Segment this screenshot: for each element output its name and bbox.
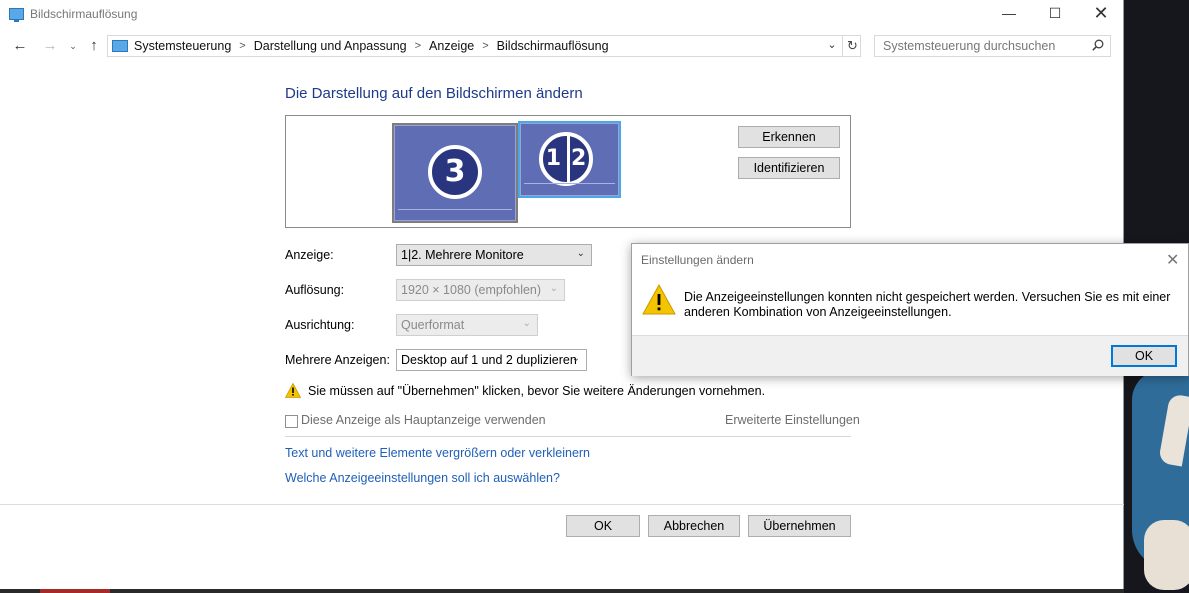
- dialog-footer: OK: [632, 335, 1188, 376]
- breadcrumb-separator-icon[interactable]: >: [482, 39, 488, 54]
- dialog-message: Die Anzeigeeinstellungen konnten nicht g…: [684, 290, 1171, 319]
- back-arrow-icon[interactable]: ←: [10, 36, 30, 56]
- ok-button[interactable]: OK: [566, 515, 640, 537]
- chevron-down-icon: ⌄: [576, 248, 585, 259]
- close-icon[interactable]: ✕: [1166, 250, 1179, 270]
- orientation-select[interactable]: Querformat ⌄: [396, 314, 538, 336]
- apply-warning: Sie müssen auf "Übernehmen" klicken, bev…: [285, 383, 765, 398]
- monitor-taskbar-line: [524, 183, 615, 184]
- search-input[interactable]: Systemsteuerung durchsuchen: [874, 35, 1111, 57]
- display-select[interactable]: 1|2. Mehrere Monitore ⌄: [396, 244, 592, 266]
- display-select-value: 1|2. Mehrere Monitore: [401, 248, 524, 262]
- monitor-1-label: 1: [545, 146, 561, 171]
- chevron-down-icon: ⌄: [522, 318, 531, 329]
- identify-button[interactable]: Identifizieren: [738, 157, 840, 179]
- up-arrow-icon[interactable]: ↑: [84, 36, 104, 56]
- address-dropdown-chevron-icon[interactable]: ⌄: [824, 38, 840, 54]
- warning-icon: [642, 284, 676, 315]
- search-placeholder: Systemsteuerung durchsuchen: [883, 39, 1056, 53]
- address-bar[interactable]: Systemsteuerung > Darstellung und Anpass…: [107, 35, 861, 57]
- title-bar[interactable]: Bildschirmauflösung — ☐ ✕: [0, 0, 1123, 28]
- apply-warning-text: Sie müssen auf "Übernehmen" klicken, bev…: [308, 383, 766, 398]
- advanced-settings-link[interactable]: Erweiterte Einstellungen: [725, 413, 860, 427]
- monitor-icon: [9, 8, 24, 22]
- forward-arrow-icon[interactable]: →: [40, 36, 60, 56]
- monitor-taskbar-line: [398, 209, 512, 210]
- divider: [0, 504, 1124, 505]
- resolution-select[interactable]: 1920 × 1080 (empfohlen) ⌄: [396, 279, 565, 301]
- monitor-1-2[interactable]: 12: [518, 121, 621, 198]
- taskbar: [0, 589, 1124, 593]
- display-label: Anzeige:: [285, 248, 334, 262]
- breadcrumb-item-darstellung[interactable]: Darstellung und Anpassung: [254, 39, 407, 54]
- maximize-button[interactable]: ☐: [1032, 0, 1078, 28]
- multiple-displays-label: Mehrere Anzeigen:: [285, 353, 390, 367]
- monitor-3[interactable]: 3: [392, 123, 518, 223]
- taskbar-item[interactable]: [40, 589, 110, 593]
- breadcrumb: Systemsteuerung > Darstellung und Anpass…: [134, 39, 609, 54]
- multiple-displays-select[interactable]: Desktop auf 1 und 2 duplizieren ⌄: [396, 349, 587, 371]
- minimize-button[interactable]: —: [986, 0, 1032, 28]
- dialog-title: Einstellungen ändern: [641, 253, 754, 267]
- monitor-2-label: 2: [571, 146, 587, 171]
- divider: [285, 436, 851, 437]
- monitor-arrangement-area[interactable]: 3 12 Erkennen Identifizieren: [285, 115, 851, 228]
- text-size-link[interactable]: Text und weitere Elemente vergrößern ode…: [285, 446, 590, 460]
- orientation-select-value: Querformat: [401, 318, 465, 332]
- refresh-icon[interactable]: ↻: [842, 36, 862, 56]
- primary-display-checkbox-label[interactable]: Diese Anzeige als Hauptanzeige verwenden: [301, 413, 546, 427]
- recent-locations-chevron-icon[interactable]: ⌄: [63, 36, 83, 56]
- monitor-1-2-number: 12: [539, 132, 593, 186]
- display-settings-help-link[interactable]: Welche Anzeigeeinstellungen soll ich aus…: [285, 471, 560, 485]
- orientation-label: Ausrichtung:: [285, 318, 355, 332]
- cancel-button[interactable]: Abbrechen: [648, 515, 740, 537]
- warning-icon: [285, 383, 301, 398]
- close-button[interactable]: ✕: [1078, 0, 1124, 28]
- monitor-3-number: 3: [428, 145, 482, 199]
- desktop-wallpaper-shape: [1144, 520, 1189, 590]
- search-icon[interactable]: [1092, 39, 1104, 51]
- detect-button[interactable]: Erkennen: [738, 126, 840, 148]
- monitor-divider: [567, 136, 570, 182]
- apply-button[interactable]: Übernehmen: [748, 515, 851, 537]
- settings-error-dialog: Einstellungen ändern ✕ Die Anzeigeeinste…: [631, 243, 1189, 376]
- breadcrumb-separator-icon[interactable]: >: [239, 39, 245, 54]
- breadcrumb-item-bildschirmaufloesung[interactable]: Bildschirmauflösung: [497, 39, 609, 54]
- primary-display-checkbox[interactable]: [285, 415, 298, 428]
- monitor-icon: [112, 40, 128, 52]
- resolution-label: Auflösung:: [285, 283, 345, 297]
- chevron-down-icon: ⌄: [549, 283, 558, 294]
- dialog-ok-button[interactable]: OK: [1111, 345, 1177, 367]
- breadcrumb-item-anzeige[interactable]: Anzeige: [429, 39, 474, 54]
- multiple-displays-select-value: Desktop auf 1 und 2 duplizieren: [401, 353, 577, 367]
- breadcrumb-separator-icon[interactable]: >: [415, 39, 421, 54]
- chevron-down-icon: ⌄: [571, 353, 580, 364]
- resolution-select-value: 1920 × 1080 (empfohlen): [401, 283, 542, 297]
- window-title: Bildschirmauflösung: [30, 7, 138, 21]
- breadcrumb-item-systemsteuerung[interactable]: Systemsteuerung: [134, 39, 231, 54]
- page-title: Die Darstellung auf den Bildschirmen änd…: [285, 85, 583, 102]
